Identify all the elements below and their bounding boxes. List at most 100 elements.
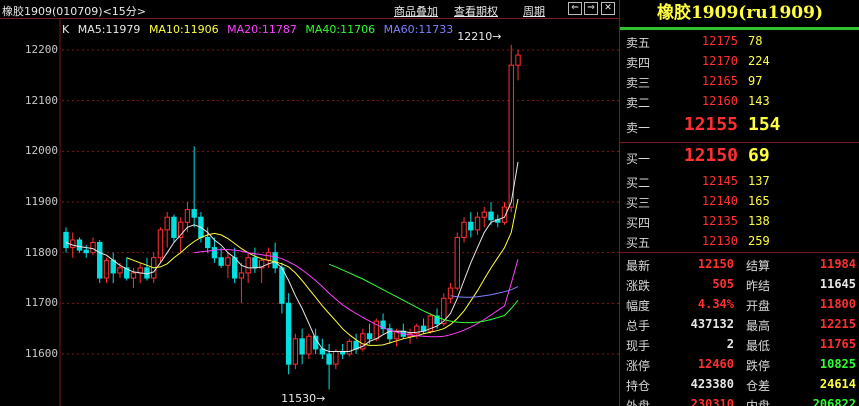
y-tick-label: 11800 — [24, 245, 58, 259]
candle — [157, 227, 164, 263]
stat-value: 423380 — [690, 377, 734, 391]
ask-row-3[interactable]: 卖三 12165 97 — [620, 72, 859, 92]
candle — [258, 257, 265, 284]
bid-row-1[interactable]: 买一 12150 69 — [620, 145, 859, 171]
ask-volume: 78 — [748, 34, 763, 48]
ask-label: 卖二 — [626, 96, 651, 110]
prev-icon[interactable]: ⇐ — [568, 2, 582, 15]
candle — [171, 214, 177, 243]
candle — [380, 313, 386, 334]
stats-row: 涨跌 505 昨结 11645 — [620, 275, 859, 295]
ask-volume: 143 — [748, 94, 770, 108]
candle — [346, 338, 353, 357]
ma5-line — [65, 161, 519, 352]
stat-label: 现手 — [626, 339, 651, 353]
k-label: K — [62, 23, 70, 36]
bid-price: 12130 — [701, 234, 738, 248]
y-tick-label: 12000 — [24, 144, 58, 158]
chart-canvas — [59, 19, 619, 406]
candle — [252, 247, 258, 273]
ask-row-2[interactable]: 卖二 12160 143 — [620, 92, 859, 112]
bid-row-2[interactable]: 买二 12145 137 — [620, 172, 859, 192]
view-options-button[interactable]: 查看期权 — [454, 3, 498, 19]
y-tick-label: 11900 — [24, 195, 58, 208]
stat-value: 11765 — [819, 337, 856, 351]
candle — [285, 293, 292, 375]
bid-row-4[interactable]: 买四 12135 138 — [620, 212, 859, 232]
stats-row: 外盘 230310 内盘 206822 — [620, 395, 859, 406]
candlestick-chart[interactable]: K MA5:11979 MA10:11906 MA20:11787 MA40:1… — [0, 19, 619, 406]
candle — [387, 323, 393, 344]
bid-row-3[interactable]: 买三 12140 165 — [620, 192, 859, 212]
bid-label: 买三 — [626, 196, 651, 210]
ask-label: 卖四 — [626, 56, 651, 70]
stat-label: 最新 — [626, 259, 651, 273]
stat-value: 12460 — [697, 357, 734, 371]
ask-label: 卖五 — [626, 36, 651, 50]
stat-label: 幅度 — [626, 299, 651, 313]
stat-label: 开盘 — [746, 299, 771, 313]
title-underline — [620, 27, 859, 30]
stat-value: 230310 — [690, 397, 734, 406]
stat-label: 最低 — [746, 339, 771, 353]
stats-row: 幅度 4.34% 开盘 11800 — [620, 295, 859, 315]
period-button[interactable]: 周期 — [523, 3, 545, 19]
candle — [474, 212, 481, 235]
bid-row-5[interactable]: 买五 12130 259 — [620, 232, 859, 252]
candle — [447, 283, 454, 304]
stat-value: 10825 — [819, 357, 856, 371]
bid-volume: 137 — [748, 174, 770, 188]
candle — [218, 247, 224, 268]
stat-value: 2 — [726, 337, 734, 351]
candle — [306, 333, 312, 360]
stat-value: 11800 — [819, 297, 856, 311]
best-ask-volume: 154 — [748, 114, 781, 135]
candle — [299, 328, 305, 365]
candle — [90, 237, 96, 256]
ma-legend: K MA5:11979 MA10:11906 MA20:11787 MA40:1… — [62, 23, 458, 36]
stats-row: 总手 437132 最高 12215 — [620, 315, 859, 335]
stats-divider — [620, 252, 859, 253]
ask-row-4[interactable]: 卖四 12170 224 — [620, 52, 859, 72]
candle — [508, 44, 514, 213]
close-icon[interactable]: ✕ — [601, 2, 615, 15]
stat-value: 24614 — [819, 377, 856, 391]
bid-label: 买五 — [626, 236, 651, 250]
y-tick-label: 11700 — [24, 296, 58, 310]
bid-price: 12135 — [701, 214, 738, 228]
stat-label: 最高 — [746, 319, 771, 333]
bid-label: 买四 — [626, 216, 651, 230]
stats-row: 涨停 12460 跌停 10825 — [620, 355, 859, 375]
candle — [292, 333, 299, 370]
ma40-legend: MA40:11706 — [305, 23, 376, 36]
candle — [110, 252, 116, 284]
stat-value: 11984 — [819, 257, 856, 271]
stat-label: 外盘 — [626, 399, 651, 406]
ask-label: 卖三 — [626, 76, 651, 90]
candle — [481, 207, 487, 228]
ask-volume: 224 — [748, 54, 770, 68]
high-annotation: 12210→ — [457, 29, 502, 43]
candle — [454, 232, 460, 291]
stat-value: 12215 — [819, 317, 856, 331]
best-ask-price: 12155 — [683, 114, 738, 135]
y-tick-label: 12100 — [24, 93, 58, 107]
next-icon[interactable]: ⇒ — [584, 2, 598, 15]
candle — [353, 333, 359, 354]
stat-label: 内盘 — [746, 399, 771, 406]
ask-price: 12165 — [701, 74, 738, 88]
ask-price: 12170 — [701, 54, 738, 68]
bid-label: 买二 — [626, 176, 651, 190]
ask-row-5[interactable]: 卖五 12175 78 — [620, 32, 859, 52]
overlay-commodity-button[interactable]: 商品叠加 — [394, 3, 438, 19]
ask-row-1[interactable]: 卖一 12155 154 — [620, 114, 859, 140]
bid-volume: 259 — [748, 234, 770, 248]
contract-title: 橡胶1909(ru1909) — [656, 3, 824, 23]
chart-title: 橡胶1909(010709)<15分> — [2, 5, 146, 18]
bid-price: 12140 — [701, 194, 738, 208]
stats-row: 持仓 423380 仓差 24614 — [620, 375, 859, 395]
candle — [272, 242, 278, 273]
candle — [468, 212, 474, 238]
best-bid-volume: 69 — [748, 145, 770, 166]
candle — [495, 214, 501, 228]
